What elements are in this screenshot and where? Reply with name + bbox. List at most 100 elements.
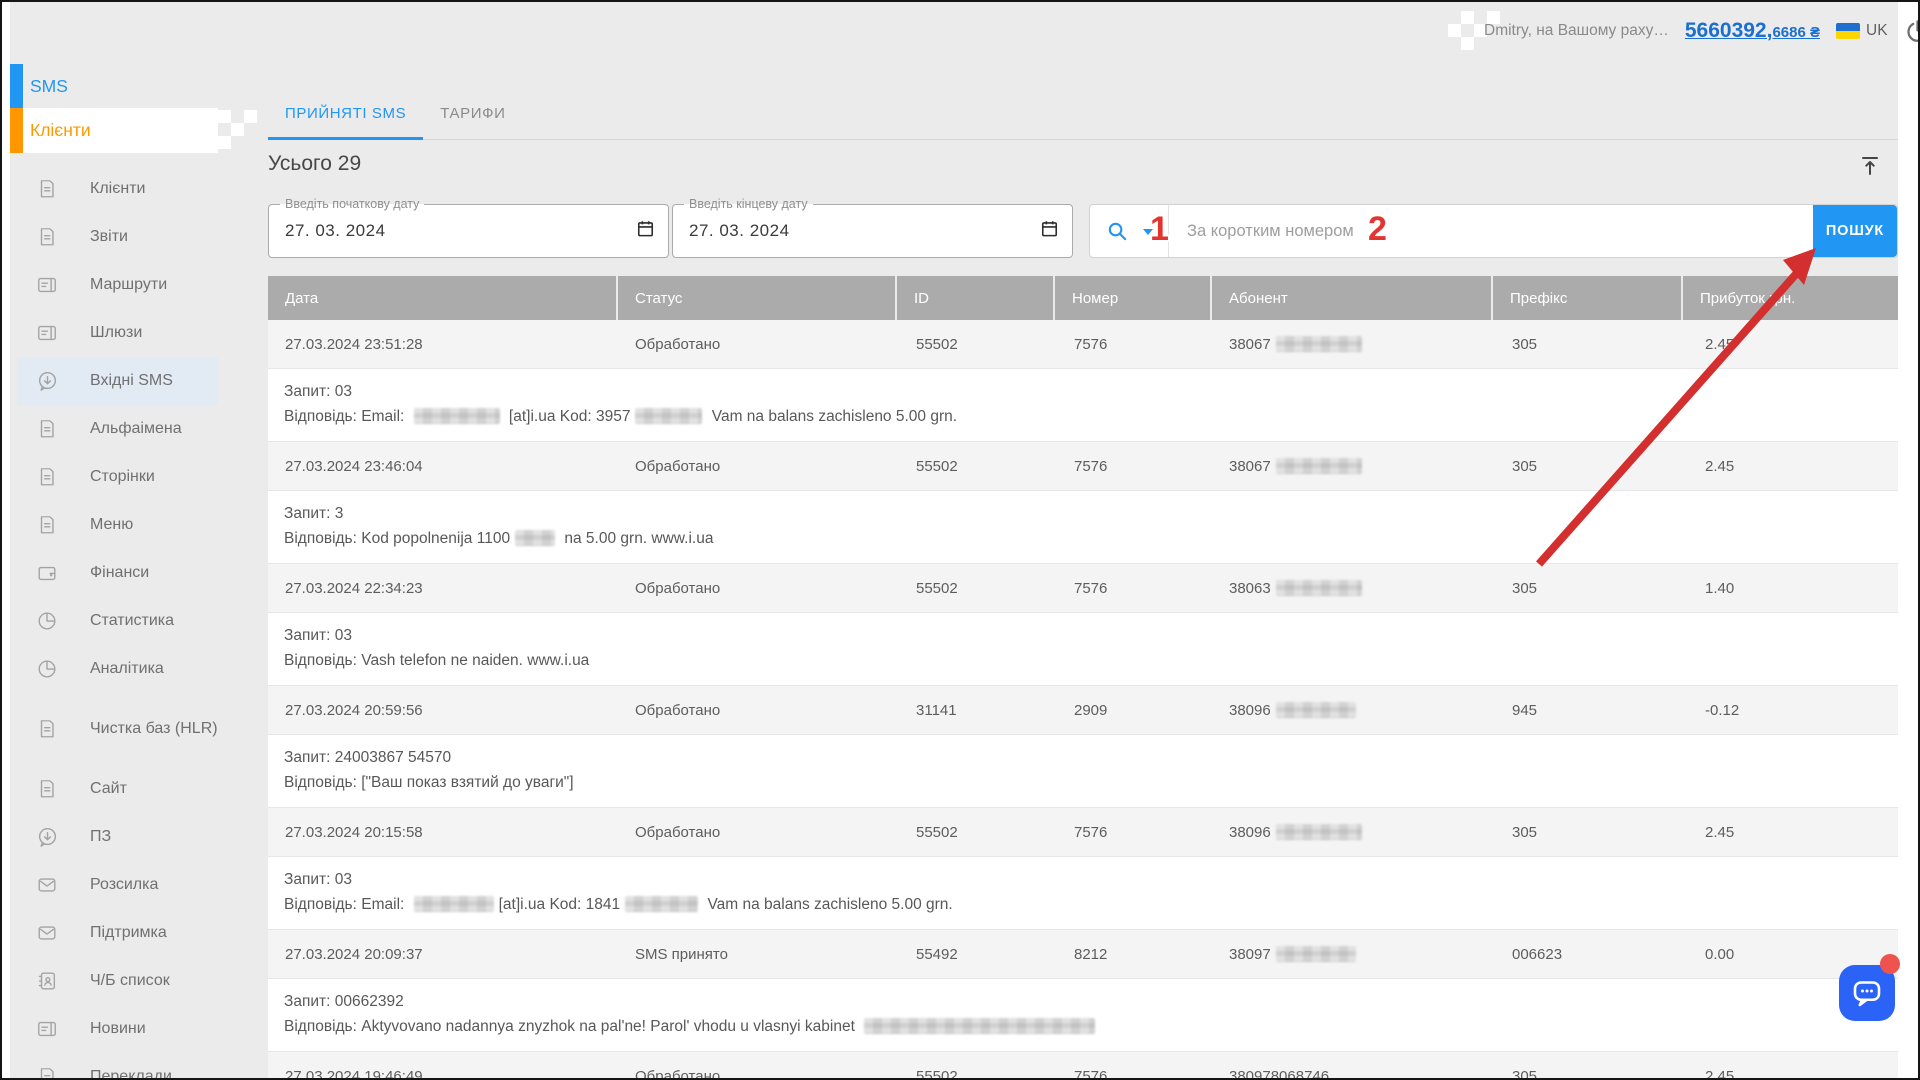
sidebar-item[interactable]: Ч/Б список	[17, 957, 218, 1005]
table-row[interactable]: 27.03.2024 19:46:49Обработано55502757638…	[268, 1052, 1898, 1080]
cell: 55502	[897, 564, 1055, 612]
wallet-icon	[35, 561, 59, 585]
section-label: SMS	[30, 76, 68, 97]
cell: 2909	[1055, 686, 1212, 734]
sidebar-item[interactable]: Альфаімена	[17, 405, 218, 453]
table-row[interactable]: 27.03.2024 20:59:56Обработано31141290938…	[268, 686, 1898, 735]
search-input[interactable]	[1170, 205, 1804, 257]
redacted-text	[635, 408, 702, 424]
cell: 31141	[897, 686, 1055, 734]
cell: -0.12	[1683, 686, 1898, 734]
sidebar-item[interactable]: Аналітика	[17, 645, 218, 693]
sidebar-item-label: Сайт	[90, 777, 127, 801]
sidebar-item[interactable]: ПЗ	[17, 813, 218, 861]
sidebar-item[interactable]: Шлюзи	[17, 309, 218, 357]
sidebar-item[interactable]: Сторінки	[17, 453, 218, 501]
total-count: Усього 29	[268, 152, 361, 176]
sms-detail-row: Запит: 03Відповідь: Email: [at]i.ua Kod:…	[268, 369, 1898, 442]
search-button[interactable]: ПОШУК	[1813, 205, 1897, 257]
cell: 7576	[1055, 320, 1212, 368]
sidebar-item-label: Розсилка	[90, 873, 158, 897]
redacted-text	[1276, 824, 1362, 840]
sidebar-item[interactable]: Звіти	[17, 213, 218, 261]
sidebar-item-label: Новини	[90, 1017, 146, 1041]
sidebar-item[interactable]: Маршрути	[17, 261, 218, 309]
pixel-decoration	[218, 110, 231, 123]
cell: 55492	[897, 930, 1055, 978]
incoming-sms-icon	[35, 825, 59, 849]
sidebar-item-label: Клієнти	[90, 177, 145, 201]
abonent-cell: 38096	[1212, 686, 1493, 734]
tab-0[interactable]: ПРИЙНЯТІ SMS	[268, 86, 423, 140]
response-line: Відповідь: ["Ваш показ взятий до уваги"]	[284, 770, 1882, 795]
cell: 8212	[1055, 930, 1212, 978]
cell: Обработано	[618, 442, 897, 490]
sidebar-item[interactable]: Чистка баз (HLR)	[17, 693, 218, 765]
sidebar-item[interactable]: Вхідні SMS	[17, 357, 218, 405]
cell: 305	[1493, 320, 1683, 368]
request-line: Запит: 24003867 54570	[284, 745, 1882, 770]
card-icon	[35, 321, 59, 345]
sidebar-item-label: Вхідні SMS	[90, 369, 173, 393]
redacted-text	[1276, 702, 1356, 718]
pixel-decoration	[218, 136, 231, 149]
table-row[interactable]: 27.03.2024 20:15:58Обработано55502757638…	[268, 808, 1898, 857]
date-from-field[interactable]: Введіть початкову дату 27. 03. 2024	[268, 204, 669, 258]
date-to-value: 27. 03. 2024	[689, 221, 790, 241]
sidebar-item[interactable]: Фінанси	[17, 549, 218, 597]
calendar-icon[interactable]	[1040, 219, 1059, 243]
sidebar-item-label: ПЗ	[90, 825, 111, 849]
pixel-decoration	[1461, 11, 1474, 24]
table-row[interactable]: 27.03.2024 22:34:23Обработано55502757638…	[268, 564, 1898, 613]
sidebar-item[interactable]: Сайт	[17, 765, 218, 813]
pixel-decoration	[231, 123, 244, 136]
table-row[interactable]: 27.03.2024 23:46:04Обработано55502757638…	[268, 442, 1898, 491]
table-row[interactable]: 27.03.2024 20:09:37SMS принято5549282123…	[268, 930, 1898, 979]
user-greeting: Dmitry, на Вашому раху…	[1484, 22, 1669, 40]
tab-1[interactable]: ТАРИФИ	[423, 86, 522, 140]
export-button[interactable]	[1858, 154, 1882, 183]
date-to-label: Введіть кінцеву дату	[684, 197, 813, 212]
tabs: ПРИЙНЯТІ SMSТАРИФИ	[268, 86, 1898, 140]
sidebar-item-label: Фінанси	[90, 561, 149, 585]
table-row[interactable]: 27.03.2024 23:51:28Обработано55502757638…	[268, 320, 1898, 369]
balance-integer: 5660392,	[1685, 19, 1773, 42]
document-icon	[35, 717, 59, 741]
cell: 7576	[1055, 1052, 1212, 1080]
sidebar-section-clients[interactable]: Клієнти	[10, 108, 218, 153]
sidebar-item[interactable]: Розсилка	[17, 861, 218, 909]
request-line: Запит: 03	[284, 867, 1882, 892]
cell: 55502	[897, 320, 1055, 368]
pixel-decoration	[1448, 24, 1461, 37]
balance-link[interactable]: 5660392,6686 ₴	[1685, 19, 1820, 43]
logout-button[interactable]	[1904, 18, 1920, 45]
sidebar-item-label: Маршрути	[90, 273, 167, 297]
cell: 2.45	[1683, 442, 1898, 490]
cell: 7576	[1055, 564, 1212, 612]
sms-detail-row: Запит: 00662392Відповідь: Aktyvovano nad…	[268, 979, 1898, 1052]
document-icon	[35, 1065, 59, 1080]
sidebar-item[interactable]: Меню	[17, 501, 218, 549]
sidebar-item-label: Альфаімена	[90, 417, 182, 441]
request-line: Запит: 3	[284, 501, 1882, 526]
cell: 27.03.2024 20:59:56	[268, 686, 618, 734]
date-from-value: 27. 03. 2024	[285, 221, 386, 241]
ukraine-flag-icon	[1836, 23, 1860, 39]
cell: Обработано	[618, 808, 897, 856]
sidebar-item[interactable]: Клієнти	[17, 165, 218, 213]
sidebar-item[interactable]: Підтримка	[17, 909, 218, 957]
column-header: Дата	[268, 276, 618, 320]
abonent-cell: 38097	[1212, 930, 1493, 978]
cell: 2.45	[1683, 808, 1898, 856]
cell: Обработано	[618, 1052, 897, 1080]
calendar-icon[interactable]	[636, 219, 655, 243]
pie-chart-icon	[35, 609, 59, 633]
language-switcher[interactable]: UK	[1836, 22, 1888, 40]
date-to-field[interactable]: Введіть кінцеву дату 27. 03. 2024	[672, 204, 1073, 258]
sidebar-item[interactable]: Новини	[17, 1005, 218, 1053]
sidebar-section-sms[interactable]: SMS	[10, 64, 218, 108]
sidebar-item[interactable]: Переклади	[17, 1053, 218, 1080]
abonent-cell: 380978068746	[1212, 1052, 1493, 1080]
sidebar-item[interactable]: Статистика	[17, 597, 218, 645]
request-line: Запит: 03	[284, 623, 1882, 648]
